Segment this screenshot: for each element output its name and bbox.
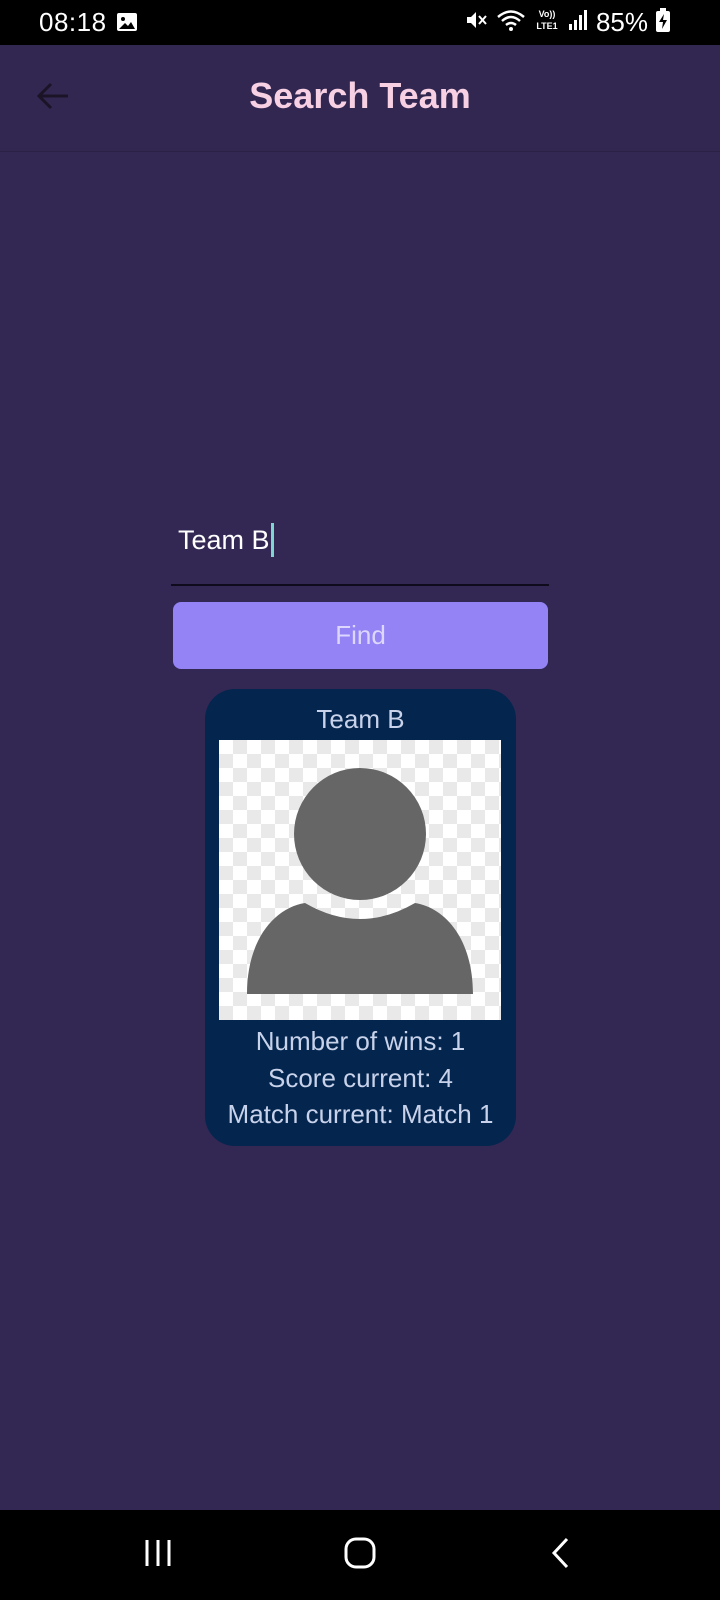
status-time: 08:18 (39, 7, 107, 37)
app-bar: Search Team (0, 45, 720, 152)
svg-text:LTE1: LTE1 (536, 21, 557, 31)
team-result-card: Team B Number of wins: 1 Score current: … (205, 689, 516, 1146)
page-title: Search Team (249, 75, 471, 116)
system-nav-bar (0, 1510, 720, 1600)
battery-charging-icon (656, 7, 670, 37)
team-name: Team B (316, 704, 405, 734)
team-search-input[interactable]: Team B (171, 508, 549, 586)
recents-icon (143, 1538, 173, 1573)
back-icon (549, 1536, 573, 1575)
status-bar: 08:18 Vo)) LTE1 85% (0, 0, 720, 45)
text-cursor (270, 523, 274, 557)
mute-icon (464, 8, 488, 37)
team-score: Score current: 4 (268, 1063, 453, 1093)
find-button-label: Find (335, 620, 386, 650)
team-match: Match current: Match 1 (227, 1099, 494, 1129)
nav-back-button[interactable] (531, 1532, 591, 1578)
volte-lte-icon: Vo)) LTE1 (534, 7, 560, 38)
svg-text:Vo)): Vo)) (539, 9, 556, 19)
home-icon (343, 1536, 377, 1575)
home-button[interactable] (330, 1532, 390, 1578)
wifi-icon (496, 8, 526, 37)
battery-percent: 85% (595, 6, 648, 37)
signal-icon (568, 9, 588, 36)
status-icons: Vo)) LTE1 85% (464, 7, 670, 37)
gallery-icon (116, 12, 138, 37)
find-button[interactable]: Find (173, 602, 548, 669)
team-image (219, 740, 501, 1020)
team-wins: Number of wins: 1 (255, 1026, 466, 1056)
person-placeholder-icon (219, 768, 501, 1020)
recents-button[interactable] (128, 1532, 188, 1578)
search-input-value: Team B (178, 524, 270, 555)
